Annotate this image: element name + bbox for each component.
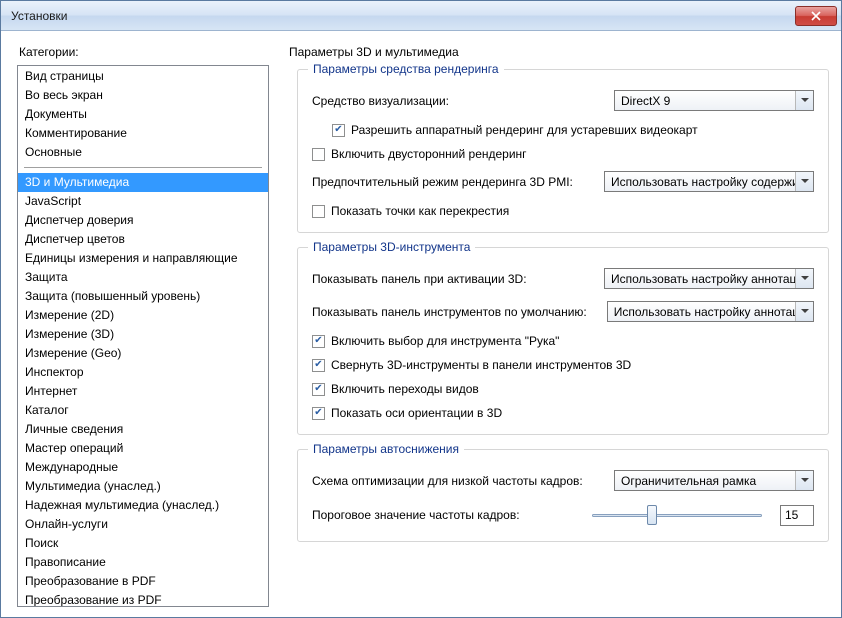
list-item[interactable]: Надежная мультимедиа (унаслед.) xyxy=(18,496,268,515)
checkbox-collapse-tools[interactable]: Свернуть 3D-инструменты в панели инструм… xyxy=(312,358,814,372)
scheme-select[interactable]: Ограничительная рамка xyxy=(614,470,814,491)
checkbox-box xyxy=(312,359,325,372)
row-threshold: Пороговое значение частоты кадров: xyxy=(312,503,814,527)
panel-title: Параметры 3D и мультимедиа xyxy=(289,45,831,59)
list-item[interactable]: Комментирование xyxy=(18,124,268,143)
categories-pane: Категории: Вид страницыВо весь экранДоку… xyxy=(17,45,269,607)
scheme-label: Схема оптимизации для низкой частоты кад… xyxy=(312,474,583,488)
checkbox-label: Разрешить аппаратный рендеринг для устар… xyxy=(351,123,698,137)
list-item[interactable]: Единицы измерения и направляющие xyxy=(18,249,268,268)
preferences-window: Установки Категории: Вид страницыВо весь… xyxy=(0,0,842,618)
slider-track xyxy=(592,514,762,517)
list-item[interactable]: Правописание xyxy=(18,553,268,572)
threshold-slider[interactable] xyxy=(592,503,762,527)
group-rendering-legend: Параметры средства рендеринга xyxy=(308,62,504,76)
group-auto-degrade: Параметры автоснижения Схема оптимизации… xyxy=(297,449,829,542)
list-item[interactable]: Вид страницы xyxy=(18,67,268,86)
list-item[interactable]: Защита xyxy=(18,268,268,287)
list-item[interactable]: Преобразование из PDF xyxy=(18,591,268,607)
threshold-input[interactable] xyxy=(780,505,814,526)
close-icon xyxy=(811,11,821,21)
list-item[interactable]: 3D и Мультимедиа xyxy=(18,173,268,192)
list-item[interactable]: Интернет xyxy=(18,382,268,401)
list-item[interactable]: Основные xyxy=(18,143,268,162)
window-title: Установки xyxy=(11,9,795,23)
row-pmi: Предпочтительный режим рендеринга 3D PMI… xyxy=(312,171,814,192)
chevron-down-icon xyxy=(795,172,813,191)
checkbox-label: Показать оси ориентации в 3D xyxy=(331,406,502,420)
list-item[interactable]: Мастер операций xyxy=(18,439,268,458)
group-3d-tool-legend: Параметры 3D-инструмента xyxy=(308,240,475,254)
group-auto-degrade-legend: Параметры автоснижения xyxy=(308,442,464,456)
checkbox-view-transitions[interactable]: Включить переходы видов xyxy=(312,382,814,396)
scheme-value: Ограничительная рамка xyxy=(621,474,756,488)
list-item[interactable]: Защита (повышенный уровень) xyxy=(18,287,268,306)
pmi-select[interactable]: Использовать настройку содержимого xyxy=(604,171,814,192)
row-scheme: Схема оптимизации для низкой частоты кад… xyxy=(312,470,814,491)
list-item[interactable]: Инспектор xyxy=(18,363,268,382)
dialog-body: Категории: Вид страницыВо весь экранДоку… xyxy=(1,31,841,617)
default-toolbar-label: Показывать панель инструментов по умолча… xyxy=(312,305,587,319)
list-item[interactable]: Диспетчер цветов xyxy=(18,230,268,249)
chevron-down-icon xyxy=(795,269,813,288)
visualizer-value: DirectX 9 xyxy=(621,94,670,108)
chevron-down-icon xyxy=(795,471,813,490)
checkbox-double-sided[interactable]: Включить двусторонний рендеринг xyxy=(312,147,814,161)
checkbox-orient-axes[interactable]: Показать оси ориентации в 3D xyxy=(312,406,814,420)
categories-listbox[interactable]: Вид страницыВо весь экранДокументыКоммен… xyxy=(17,65,269,607)
show-panel-select[interactable]: Использовать настройку аннотаций xyxy=(604,268,814,289)
list-item[interactable]: Онлайн-услуги xyxy=(18,515,268,534)
checkbox-box xyxy=(312,335,325,348)
row-show-panel: Показывать панель при активации 3D: Испо… xyxy=(312,268,814,289)
pmi-label: Предпочтительный режим рендеринга 3D PMI… xyxy=(312,175,573,189)
chevron-down-icon xyxy=(795,302,813,321)
checkbox-label: Показать точки как перекрестия xyxy=(331,204,509,218)
row-default-toolbar: Показывать панель инструментов по умолча… xyxy=(312,301,814,322)
checkbox-label: Включить двусторонний рендеринг xyxy=(331,147,527,161)
list-item[interactable]: Измерение (Geo) xyxy=(18,344,268,363)
group-3d-tool: Параметры 3D-инструмента Показывать пане… xyxy=(297,247,829,435)
threshold-label: Пороговое значение частоты кадров: xyxy=(312,508,520,522)
checkbox-label: Включить переходы видов xyxy=(331,382,479,396)
show-panel-label: Показывать панель при активации 3D: xyxy=(312,272,527,286)
chevron-down-icon xyxy=(795,91,813,110)
list-item[interactable]: Измерение (3D) xyxy=(18,325,268,344)
categories-label: Категории: xyxy=(17,45,269,59)
visualizer-select[interactable]: DirectX 9 xyxy=(614,90,814,111)
titlebar: Установки xyxy=(1,1,841,31)
pmi-value: Использовать настройку содержимого xyxy=(611,175,814,189)
checkbox-box xyxy=(332,124,345,137)
checkbox-label: Включить выбор для инструмента "Рука" xyxy=(331,334,559,348)
checkbox-label: Свернуть 3D-инструменты в панели инструм… xyxy=(331,358,631,372)
list-item[interactable]: Преобразование в PDF xyxy=(18,572,268,591)
list-item[interactable]: Измерение (2D) xyxy=(18,306,268,325)
list-item[interactable]: Диспетчер доверия xyxy=(18,211,268,230)
checkbox-box xyxy=(312,383,325,396)
list-item[interactable]: Международные xyxy=(18,458,268,477)
checkbox-hand-select[interactable]: Включить выбор для инструмента "Рука" xyxy=(312,334,814,348)
settings-pane: Параметры 3D и мультимедиа Параметры сре… xyxy=(287,45,831,607)
list-item[interactable]: JavaScript xyxy=(18,192,268,211)
show-panel-value: Использовать настройку аннотаций xyxy=(611,272,810,286)
visualizer-label: Средство визуализации: xyxy=(312,94,449,108)
list-item[interactable]: Документы xyxy=(18,105,268,124)
row-visualizer: Средство визуализации: DirectX 9 xyxy=(312,90,814,111)
list-item[interactable]: Мультимедиа (унаслед.) xyxy=(18,477,268,496)
list-item[interactable]: Во весь экран xyxy=(18,86,268,105)
checkbox-box xyxy=(312,205,325,218)
slider-thumb[interactable] xyxy=(647,505,657,525)
checkbox-crosshair[interactable]: Показать точки как перекрестия xyxy=(312,204,814,218)
list-item[interactable]: Каталог xyxy=(18,401,268,420)
list-item[interactable]: Поиск xyxy=(18,534,268,553)
checkbox-hw-legacy[interactable]: Разрешить аппаратный рендеринг для устар… xyxy=(312,123,814,137)
group-rendering: Параметры средства рендеринга Средство в… xyxy=(297,69,829,233)
default-toolbar-value: Использовать настройку аннотаций xyxy=(614,305,813,319)
checkbox-box xyxy=(312,148,325,161)
checkbox-box xyxy=(312,407,325,420)
default-toolbar-select[interactable]: Использовать настройку аннотаций xyxy=(607,301,814,322)
close-button[interactable] xyxy=(795,6,837,26)
list-item[interactable]: Личные сведения xyxy=(18,420,268,439)
